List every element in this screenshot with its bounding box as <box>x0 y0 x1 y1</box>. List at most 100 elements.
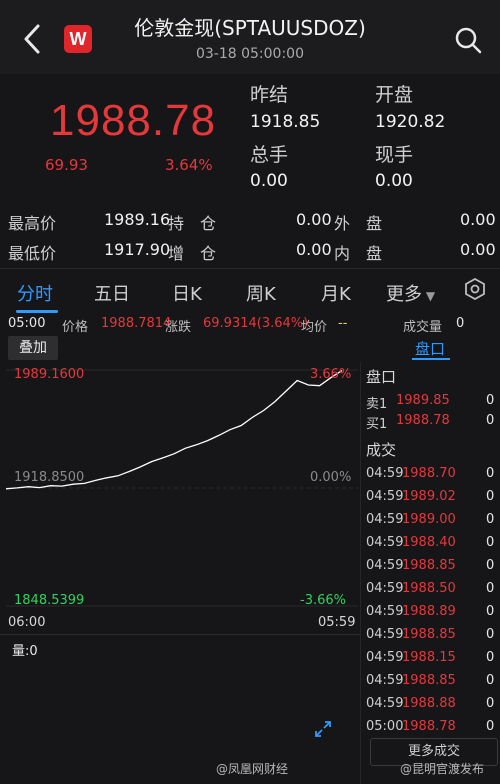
prev-close-label: 昨结 <box>250 84 289 106</box>
open-interest-value: 0.00 <box>296 210 332 229</box>
trade-volume: 0 <box>486 604 495 619</box>
page-title: 伦敦金现(SPTAUUSDOZ) <box>134 16 366 40</box>
outer-label: 外 盘 <box>334 214 383 233</box>
trade-row: 04:59 1989.02 0 <box>366 489 496 511</box>
x-axis-end: 05:59 <box>318 615 356 630</box>
stats-row-high: 最高价 1989.16 持 仓 0.00 外 盘 0.00 <box>0 210 500 236</box>
trade-time: 04:59 <box>366 581 404 596</box>
ask-volume: 0 <box>486 393 495 408</box>
tab-daily-k[interactable]: 日K <box>172 280 202 306</box>
trade-time: 04:59 <box>366 558 404 573</box>
trade-time: 04:59 <box>366 650 404 665</box>
trade-row: 04:59 1989.00 0 <box>366 512 496 534</box>
trade-volume: 0 <box>486 673 495 688</box>
trade-volume: 0 <box>486 535 495 550</box>
trade-volume: 0 <box>486 627 495 642</box>
trade-time: 04:59 <box>366 466 404 481</box>
trade-time: 04:59 <box>366 673 404 688</box>
trade-row: 04:59 1988.50 0 <box>366 581 496 603</box>
trade-time: 04:59 <box>366 535 404 550</box>
info-avg-value: -- <box>338 316 348 331</box>
search-icon[interactable] <box>454 26 482 54</box>
trade-row: 04:59 1988.89 0 <box>366 604 496 626</box>
bid-label: 买1 <box>366 417 388 432</box>
trade-volume: 0 <box>486 512 495 527</box>
trade-price: 1989.00 <box>402 512 456 527</box>
increase-label: 增 仓 <box>168 244 217 263</box>
watermark-left: @凤凰网财经 <box>216 762 289 776</box>
prev-close-value: 1918.85 <box>250 112 321 132</box>
settings-hexagon-icon[interactable] <box>464 278 486 300</box>
bid-volume: 0 <box>486 413 495 428</box>
pct-axis-top: 3.66% <box>310 367 352 382</box>
period-tabs: 分时 五日 日K 周K 月K 更多 ▼ <box>0 270 500 314</box>
tab-monthly-k[interactable]: 月K <box>321 280 351 306</box>
low-value: 1917.90 <box>104 240 171 259</box>
tab-intraday[interactable]: 分时 <box>17 280 53 306</box>
bid-row: 买1 1988.78 0 <box>366 413 496 433</box>
trade-price: 1988.88 <box>402 696 456 711</box>
trade-row: 04:59 1988.70 0 <box>366 466 496 488</box>
divider <box>0 268 500 269</box>
trade-price: 1988.15 <box>402 650 456 665</box>
trade-row: 04:59 1988.15 0 <box>366 650 496 672</box>
tab-weekly-k[interactable]: 周K <box>246 280 276 306</box>
watermark-right: @昆明官渡发布 <box>400 762 485 776</box>
pct-axis-bottom: -3.66% <box>300 593 346 608</box>
inner-value: 0.00 <box>460 240 496 259</box>
pct-axis-mid: 0.00% <box>310 470 352 485</box>
order-book-title: 盘口 <box>366 368 397 386</box>
trade-time: 04:59 <box>366 696 404 711</box>
increase-value: 0.00 <box>296 240 332 259</box>
dropdown-caret-icon: ▼ <box>422 289 436 303</box>
trades-title: 成交 <box>366 441 397 459</box>
trade-price: 1988.78 <box>402 719 456 734</box>
trade-row: 04:59 1988.85 0 <box>366 627 496 649</box>
overlay-button[interactable]: 叠加 <box>8 336 58 360</box>
trade-volume: 0 <box>486 466 495 481</box>
info-change-label: 涨跌 <box>165 320 192 335</box>
y-axis-bottom: 1848.5399 <box>14 593 85 608</box>
tab-more-label: 更多 <box>386 284 422 305</box>
outer-value: 0.00 <box>460 210 496 229</box>
stats-row-low: 最低价 1917.90 增 仓 0.00 内 盘 0.00 <box>0 240 500 266</box>
info-price-label: 价格 <box>62 320 89 335</box>
trade-row: 04:59 1988.85 0 <box>366 558 496 580</box>
trade-volume: 0 <box>486 696 495 711</box>
ask-label: 卖1 <box>366 397 388 412</box>
ask-price: 1989.85 <box>396 393 450 408</box>
trade-price: 1988.89 <box>402 604 456 619</box>
info-change-value: 69.9314(3.64%) <box>203 316 309 331</box>
trade-price: 1988.85 <box>402 627 456 642</box>
tab-more[interactable]: 更多 ▼ <box>386 280 435 306</box>
volume-label: 量:0 <box>12 644 38 659</box>
ask-row: 卖1 1989.85 0 <box>366 393 496 413</box>
info-avg-label: 均价 <box>301 320 328 335</box>
last-price: 1988.78 <box>50 96 217 145</box>
x-axis-start: 06:00 <box>8 615 46 630</box>
tab-five-day[interactable]: 五日 <box>94 280 130 306</box>
trade-volume: 0 <box>486 581 495 596</box>
current-volume-label: 现手 <box>375 144 414 166</box>
trade-volume: 0 <box>486 489 495 504</box>
total-volume-value: 0.00 <box>250 171 288 191</box>
trade-time: 05:00 <box>366 719 404 734</box>
y-axis-top: 1989.1600 <box>14 367 85 382</box>
high-value: 1989.16 <box>104 210 171 229</box>
trade-time: 04:59 <box>366 512 404 527</box>
info-volume-value: 0 <box>456 316 465 331</box>
y-axis-mid: 1918.8500 <box>14 470 85 485</box>
intraday-chart <box>5 369 358 607</box>
trade-row: 04:59 1988.85 0 <box>366 673 496 695</box>
active-tab-indicator <box>16 310 58 313</box>
price-change: 69.93 <box>45 156 88 174</box>
expand-icon[interactable] <box>314 720 332 738</box>
trade-row: 04:59 1988.88 0 <box>366 696 496 718</box>
chart-volume-divider <box>0 634 360 635</box>
info-price-value: 1988.7814 <box>101 316 172 331</box>
trade-price: 1989.02 <box>402 489 456 504</box>
trade-volume: 0 <box>486 558 495 573</box>
open-interest-label: 持 仓 <box>168 214 217 233</box>
price-change-pct: 3.64% <box>165 156 213 174</box>
side-tab-order-book[interactable]: 盘口 <box>415 338 445 359</box>
